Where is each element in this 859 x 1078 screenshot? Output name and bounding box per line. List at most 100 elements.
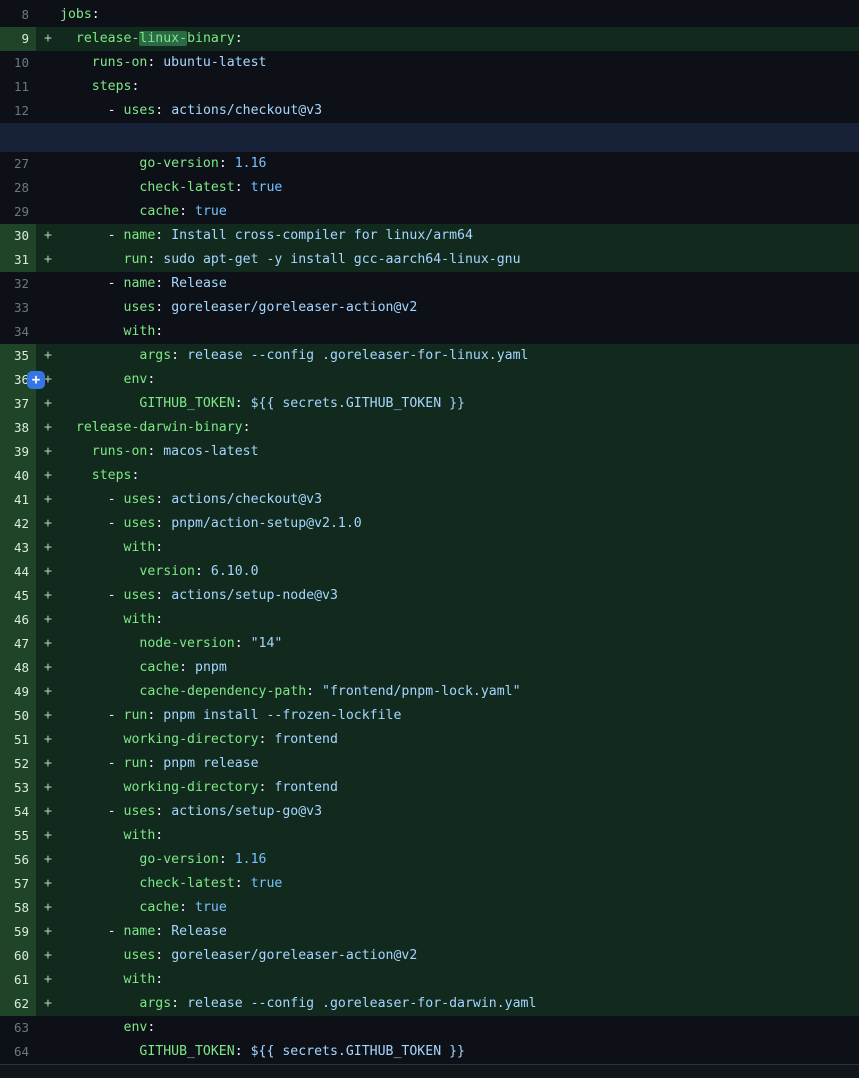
- line-number[interactable]: 10: [0, 51, 36, 75]
- line-number[interactable]: 33: [0, 296, 36, 320]
- line-number[interactable]: 32: [0, 272, 36, 296]
- code-token: :: [155, 228, 171, 243]
- diff-add-sign: +: [44, 872, 52, 896]
- code-token: args: [139, 996, 171, 1011]
- line-number[interactable]: 8: [0, 3, 36, 27]
- line-number[interactable]: 51: [0, 728, 36, 752]
- code-token: uses: [124, 492, 156, 507]
- line-number[interactable]: 11: [0, 75, 36, 99]
- line-number[interactable]: 28: [0, 176, 36, 200]
- diff-line-40: 40+ steps:: [0, 464, 859, 488]
- code-token: :: [155, 612, 163, 627]
- code-token: -: [60, 756, 124, 771]
- line-number[interactable]: 47: [0, 632, 36, 656]
- code-token: true: [251, 180, 283, 195]
- diff-line-10: 10 runs-on: ubuntu-latest: [0, 51, 859, 75]
- code-token: :: [147, 1020, 155, 1035]
- line-number[interactable]: 62: [0, 992, 36, 1016]
- code-text: cache: true: [60, 200, 859, 224]
- line-number[interactable]: 46: [0, 608, 36, 632]
- code-token: with: [124, 972, 156, 987]
- code-cell: + - name: Release: [36, 920, 859, 944]
- line-number[interactable]: 31: [0, 248, 36, 272]
- code-token: :: [155, 588, 171, 603]
- line-number[interactable]: 42: [0, 512, 36, 536]
- line-number[interactable]: 57: [0, 872, 36, 896]
- line-number[interactable]: 54: [0, 800, 36, 824]
- code-token: frontend: [274, 780, 338, 795]
- code-text: - uses: pnpm/action-setup@v2.1.0: [60, 512, 859, 536]
- line-number[interactable]: 49: [0, 680, 36, 704]
- line-number[interactable]: 27: [0, 152, 36, 176]
- line-number[interactable]: 53: [0, 776, 36, 800]
- code-cell: steps:: [36, 75, 859, 99]
- diff-line-55: 55+ with:: [0, 824, 859, 848]
- diff-line-63: 63 env:: [0, 1016, 859, 1040]
- diff-line-49: 49+ cache-dependency-path: "frontend/pnp…: [0, 680, 859, 704]
- code-text: args: release --config .goreleaser-for-d…: [60, 992, 859, 1016]
- line-number[interactable]: 44: [0, 560, 36, 584]
- code-cell: go-version: 1.16: [36, 152, 859, 176]
- line-number[interactable]: 58: [0, 896, 36, 920]
- code-cell: + go-version: 1.16: [36, 848, 859, 872]
- line-number[interactable]: 39: [0, 440, 36, 464]
- line-number[interactable]: 52: [0, 752, 36, 776]
- line-number[interactable]: 50: [0, 704, 36, 728]
- code-token: :: [155, 972, 163, 987]
- diff-line-8: 8jobs:: [0, 3, 859, 27]
- line-number[interactable]: 59: [0, 920, 36, 944]
- code-token: release --config .goreleaser-for-linux.y…: [187, 348, 528, 363]
- code-token: ${{ secrets.GITHUB_TOKEN }}: [251, 396, 465, 411]
- line-number[interactable]: 63: [0, 1016, 36, 1040]
- line-number[interactable]: 61: [0, 968, 36, 992]
- diff-line-45: 45+ - uses: actions/setup-node@v3: [0, 584, 859, 608]
- diff-line-59: 59+ - name: Release: [0, 920, 859, 944]
- line-number[interactable]: 43: [0, 536, 36, 560]
- code-text: uses: goreleaser/goreleaser-action@v2: [60, 944, 859, 968]
- line-number[interactable]: 30: [0, 224, 36, 248]
- line-number[interactable]: 34: [0, 320, 36, 344]
- code-text: cache-dependency-path: "frontend/pnpm-lo…: [60, 680, 859, 704]
- line-number[interactable]: 48: [0, 656, 36, 680]
- code-token: 1.16: [235, 852, 267, 867]
- diff-add-sign: +: [44, 920, 52, 944]
- code-cell: + GITHUB_TOKEN: ${{ secrets.GITHUB_TOKEN…: [36, 392, 859, 416]
- line-number[interactable]: 60: [0, 944, 36, 968]
- line-number[interactable]: 56: [0, 848, 36, 872]
- code-text: with:: [60, 536, 859, 560]
- code-text: go-version: 1.16: [60, 152, 859, 176]
- code-cell: + working-directory: frontend: [36, 776, 859, 800]
- code-text: check-latest: true: [60, 872, 859, 896]
- line-number[interactable]: 45: [0, 584, 36, 608]
- diff-add-sign: +: [44, 392, 52, 416]
- line-number[interactable]: 12: [0, 99, 36, 123]
- line-number[interactable]: 9: [0, 27, 36, 51]
- line-number[interactable]: 29: [0, 200, 36, 224]
- line-number[interactable]: 41: [0, 488, 36, 512]
- line-number[interactable]: 35: [0, 344, 36, 368]
- code-text: release-linux-binary:: [60, 27, 859, 51]
- code-cell: uses: goreleaser/goreleaser-action@v2: [36, 296, 859, 320]
- code-cell: + - uses: actions/checkout@v3: [36, 488, 859, 512]
- code-token: [60, 660, 139, 675]
- code-token: :: [155, 516, 171, 531]
- expand-hidden-lines-band[interactable]: [0, 123, 859, 152]
- diff-add-sign: +: [44, 464, 52, 488]
- code-token: name: [124, 924, 156, 939]
- code-token: with: [124, 540, 156, 555]
- code-token: :: [147, 756, 163, 771]
- code-token: args: [139, 348, 171, 363]
- line-number[interactable]: 55: [0, 824, 36, 848]
- line-number[interactable]: 40: [0, 464, 36, 488]
- line-number[interactable]: 64: [0, 1040, 36, 1064]
- diff-line-64: 64 GITHUB_TOKEN: ${{ secrets.GITHUB_TOKE…: [0, 1040, 859, 1064]
- line-number[interactable]: 37: [0, 392, 36, 416]
- diff-code-table: 8 jobs: 9 + release-linux-binary:10 runs-on…: [0, 0, 859, 1064]
- code-text: with:: [60, 824, 859, 848]
- code-text: GITHUB_TOKEN: ${{ secrets.GITHUB_TOKEN }…: [60, 1040, 859, 1064]
- add-comment-button[interactable]: +: [27, 371, 45, 389]
- diff-add-sign: +: [44, 992, 52, 1016]
- line-number[interactable]: 38: [0, 416, 36, 440]
- code-token: GITHUB_TOKEN: [139, 396, 234, 411]
- code-token: jobs: [60, 7, 92, 22]
